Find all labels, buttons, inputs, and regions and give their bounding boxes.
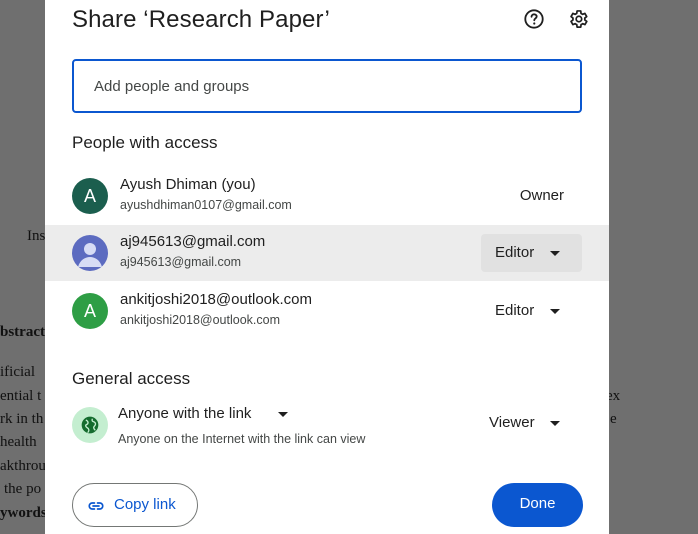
caret-down-icon	[550, 251, 560, 256]
person-email: aj945613@gmail.com	[120, 255, 242, 269]
gear-icon[interactable]	[567, 8, 589, 30]
copy-link-label: Copy link	[114, 496, 176, 513]
general-access-heading: General access	[72, 369, 191, 388]
doc-text-fragment: akthrou	[0, 458, 46, 474]
role-dropdown[interactable]: Editor	[481, 234, 582, 272]
copy-link-button[interactable]: Copy link	[72, 483, 198, 527]
share-dialog: Share ‘Research Paper’ People with acces…	[45, 0, 609, 534]
done-button[interactable]: Done	[492, 483, 583, 527]
avatar: A	[72, 293, 108, 329]
people-with-access-heading: People with access	[72, 133, 218, 152]
dialog-title: Share ‘Research Paper’	[72, 6, 330, 33]
role-label: Editor	[495, 302, 535, 319]
doc-text-fragment: ywords	[0, 505, 47, 521]
person-row[interactable]: aj945613@gmail.com aj945613@gmail.com Ed…	[45, 225, 609, 281]
person-row-owner: A Ayush Dhiman (you) ayushdhiman0107@gma…	[45, 168, 609, 224]
doc-text-fragment: ential t	[0, 388, 42, 404]
caret-down-icon	[550, 421, 560, 426]
person-email: ankitjoshi2018@outlook.com	[120, 313, 281, 327]
doc-text-fragment: rk in th	[0, 411, 44, 427]
person-row[interactable]: A ankitjoshi2018@outlook.com ankitjoshi2…	[45, 283, 609, 339]
help-circle-icon[interactable]	[523, 8, 545, 30]
person-name: Ayush Dhiman (you)	[120, 176, 256, 193]
person-name: aj945613@gmail.com	[120, 233, 266, 250]
link-access-description: Anyone on the Internet with the link can…	[118, 432, 366, 446]
doc-text-fragment: bstract	[0, 324, 45, 340]
person-email: ayushdhiman0107@gmail.com	[120, 198, 292, 212]
globe-icon	[72, 407, 108, 443]
link-role-dropdown[interactable]: Viewer	[481, 404, 582, 442]
avatar: A	[72, 178, 108, 214]
role-dropdown[interactable]: Editor	[481, 292, 582, 330]
caret-down-icon	[550, 309, 560, 314]
done-label: Done	[519, 495, 556, 512]
role-label: Editor	[495, 244, 535, 261]
add-people-field[interactable]	[72, 59, 582, 113]
doc-text-fragment: ificial	[0, 364, 35, 380]
link-access-dropdown[interactable]: Anyone with the link	[118, 405, 288, 422]
caret-down-icon	[278, 412, 288, 417]
add-people-input[interactable]	[94, 61, 554, 111]
link-icon	[88, 502, 104, 510]
person-name: ankitjoshi2018@outlook.com	[120, 291, 313, 308]
default-profile-icon	[78, 243, 102, 267]
doc-text-fragment: health	[0, 434, 37, 450]
role-label-owner: Owner	[519, 187, 564, 204]
doc-text-fragment: e	[610, 411, 617, 427]
doc-text-fragment: the po	[4, 481, 42, 497]
avatar	[72, 235, 108, 271]
role-label: Viewer	[489, 414, 535, 431]
link-access-label: Anyone with the link	[118, 405, 252, 422]
